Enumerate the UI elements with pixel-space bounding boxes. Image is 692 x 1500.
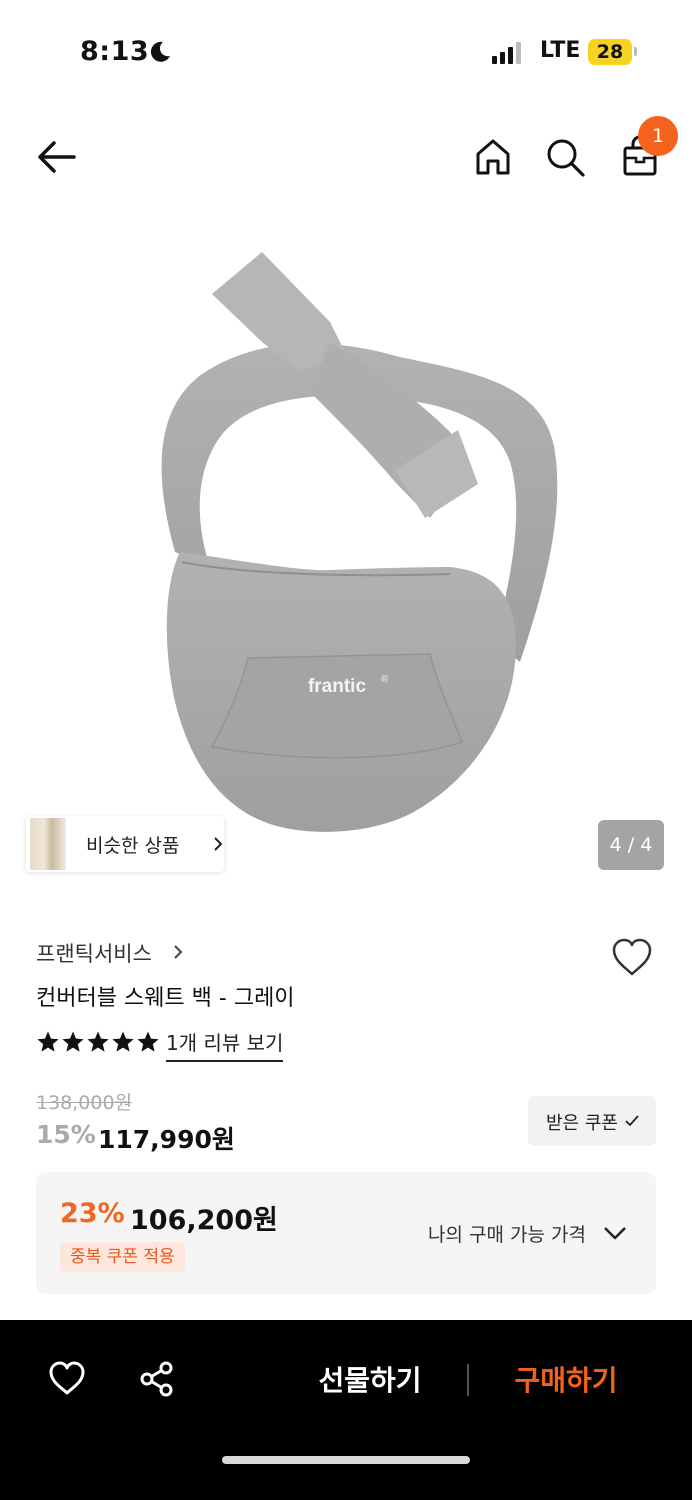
- signal-icon: [492, 42, 521, 64]
- divider: [467, 1364, 469, 1396]
- similar-products-button[interactable]: 비슷한 상품: [26, 816, 224, 872]
- status-time: 8:13: [80, 36, 150, 67]
- discount-price: 117,990원: [98, 1125, 235, 1154]
- bag-logo-mark: ®: [381, 674, 389, 685]
- original-price: 138,000원: [36, 1092, 133, 1114]
- image-counter: 4 / 4: [598, 820, 664, 870]
- star-icon: [62, 1031, 84, 1052]
- my-purchasable-price-label: 나의 구매 가능 가격: [428, 1224, 586, 1246]
- best-price: 106,200원: [130, 1205, 278, 1236]
- buy-button[interactable]: 구매하기: [496, 1358, 636, 1404]
- home-icon[interactable]: [470, 134, 516, 180]
- status-bar: 8:13 LTE 28: [0, 0, 692, 100]
- home-indicator: [222, 1456, 470, 1464]
- received-coupon-button[interactable]: 받은 쿠폰: [528, 1096, 656, 1146]
- chevron-right-icon: [174, 945, 183, 959]
- similar-products-label: 비슷한 상품: [86, 835, 180, 857]
- star-icon: [87, 1031, 109, 1052]
- similar-product-thumbnail: [30, 818, 66, 870]
- check-icon: [625, 1115, 639, 1127]
- wishlist-heart-icon[interactable]: [610, 936, 654, 978]
- bag-logo-text: frantic: [308, 676, 367, 697]
- bottom-action-bar: 선물하기 구매하기: [0, 1320, 692, 1500]
- discount-rate: 15%: [36, 1120, 96, 1149]
- review-link[interactable]: 1개 리뷰 보기: [166, 1027, 284, 1062]
- duplicate-coupon-badge: 중복 쿠폰 적용: [60, 1242, 185, 1272]
- moon-icon: [150, 41, 170, 62]
- gift-button[interactable]: 선물하기: [300, 1358, 440, 1404]
- battery-indicator: 28: [588, 39, 632, 65]
- best-discount-rate: 23%: [60, 1198, 125, 1229]
- product-title: 컨버터블 스웨트 백 - 그레이: [36, 986, 295, 1011]
- cart-count-badge: 1: [638, 116, 678, 156]
- rating-stars: [36, 1030, 160, 1056]
- star-icon: [112, 1031, 134, 1052]
- best-price-panel[interactable]: 23% 106,200원 중복 쿠폰 적용 나의 구매 가능 가격: [36, 1172, 656, 1294]
- brand-link[interactable]: 프랜틱서비스: [36, 938, 152, 968]
- back-arrow-icon[interactable]: [30, 134, 82, 180]
- product-image[interactable]: frantic ®: [0, 222, 692, 882]
- received-coupon-label: 받은 쿠폰: [546, 1113, 618, 1134]
- chevron-right-icon: [214, 837, 223, 851]
- network-type: LTE: [540, 38, 581, 63]
- star-icon: [37, 1031, 59, 1052]
- battery-tip: [634, 47, 637, 56]
- chevron-down-icon: [604, 1227, 626, 1240]
- search-icon[interactable]: [542, 134, 588, 180]
- star-icon: [137, 1031, 159, 1052]
- heart-icon[interactable]: [48, 1360, 86, 1396]
- share-icon[interactable]: [138, 1360, 176, 1398]
